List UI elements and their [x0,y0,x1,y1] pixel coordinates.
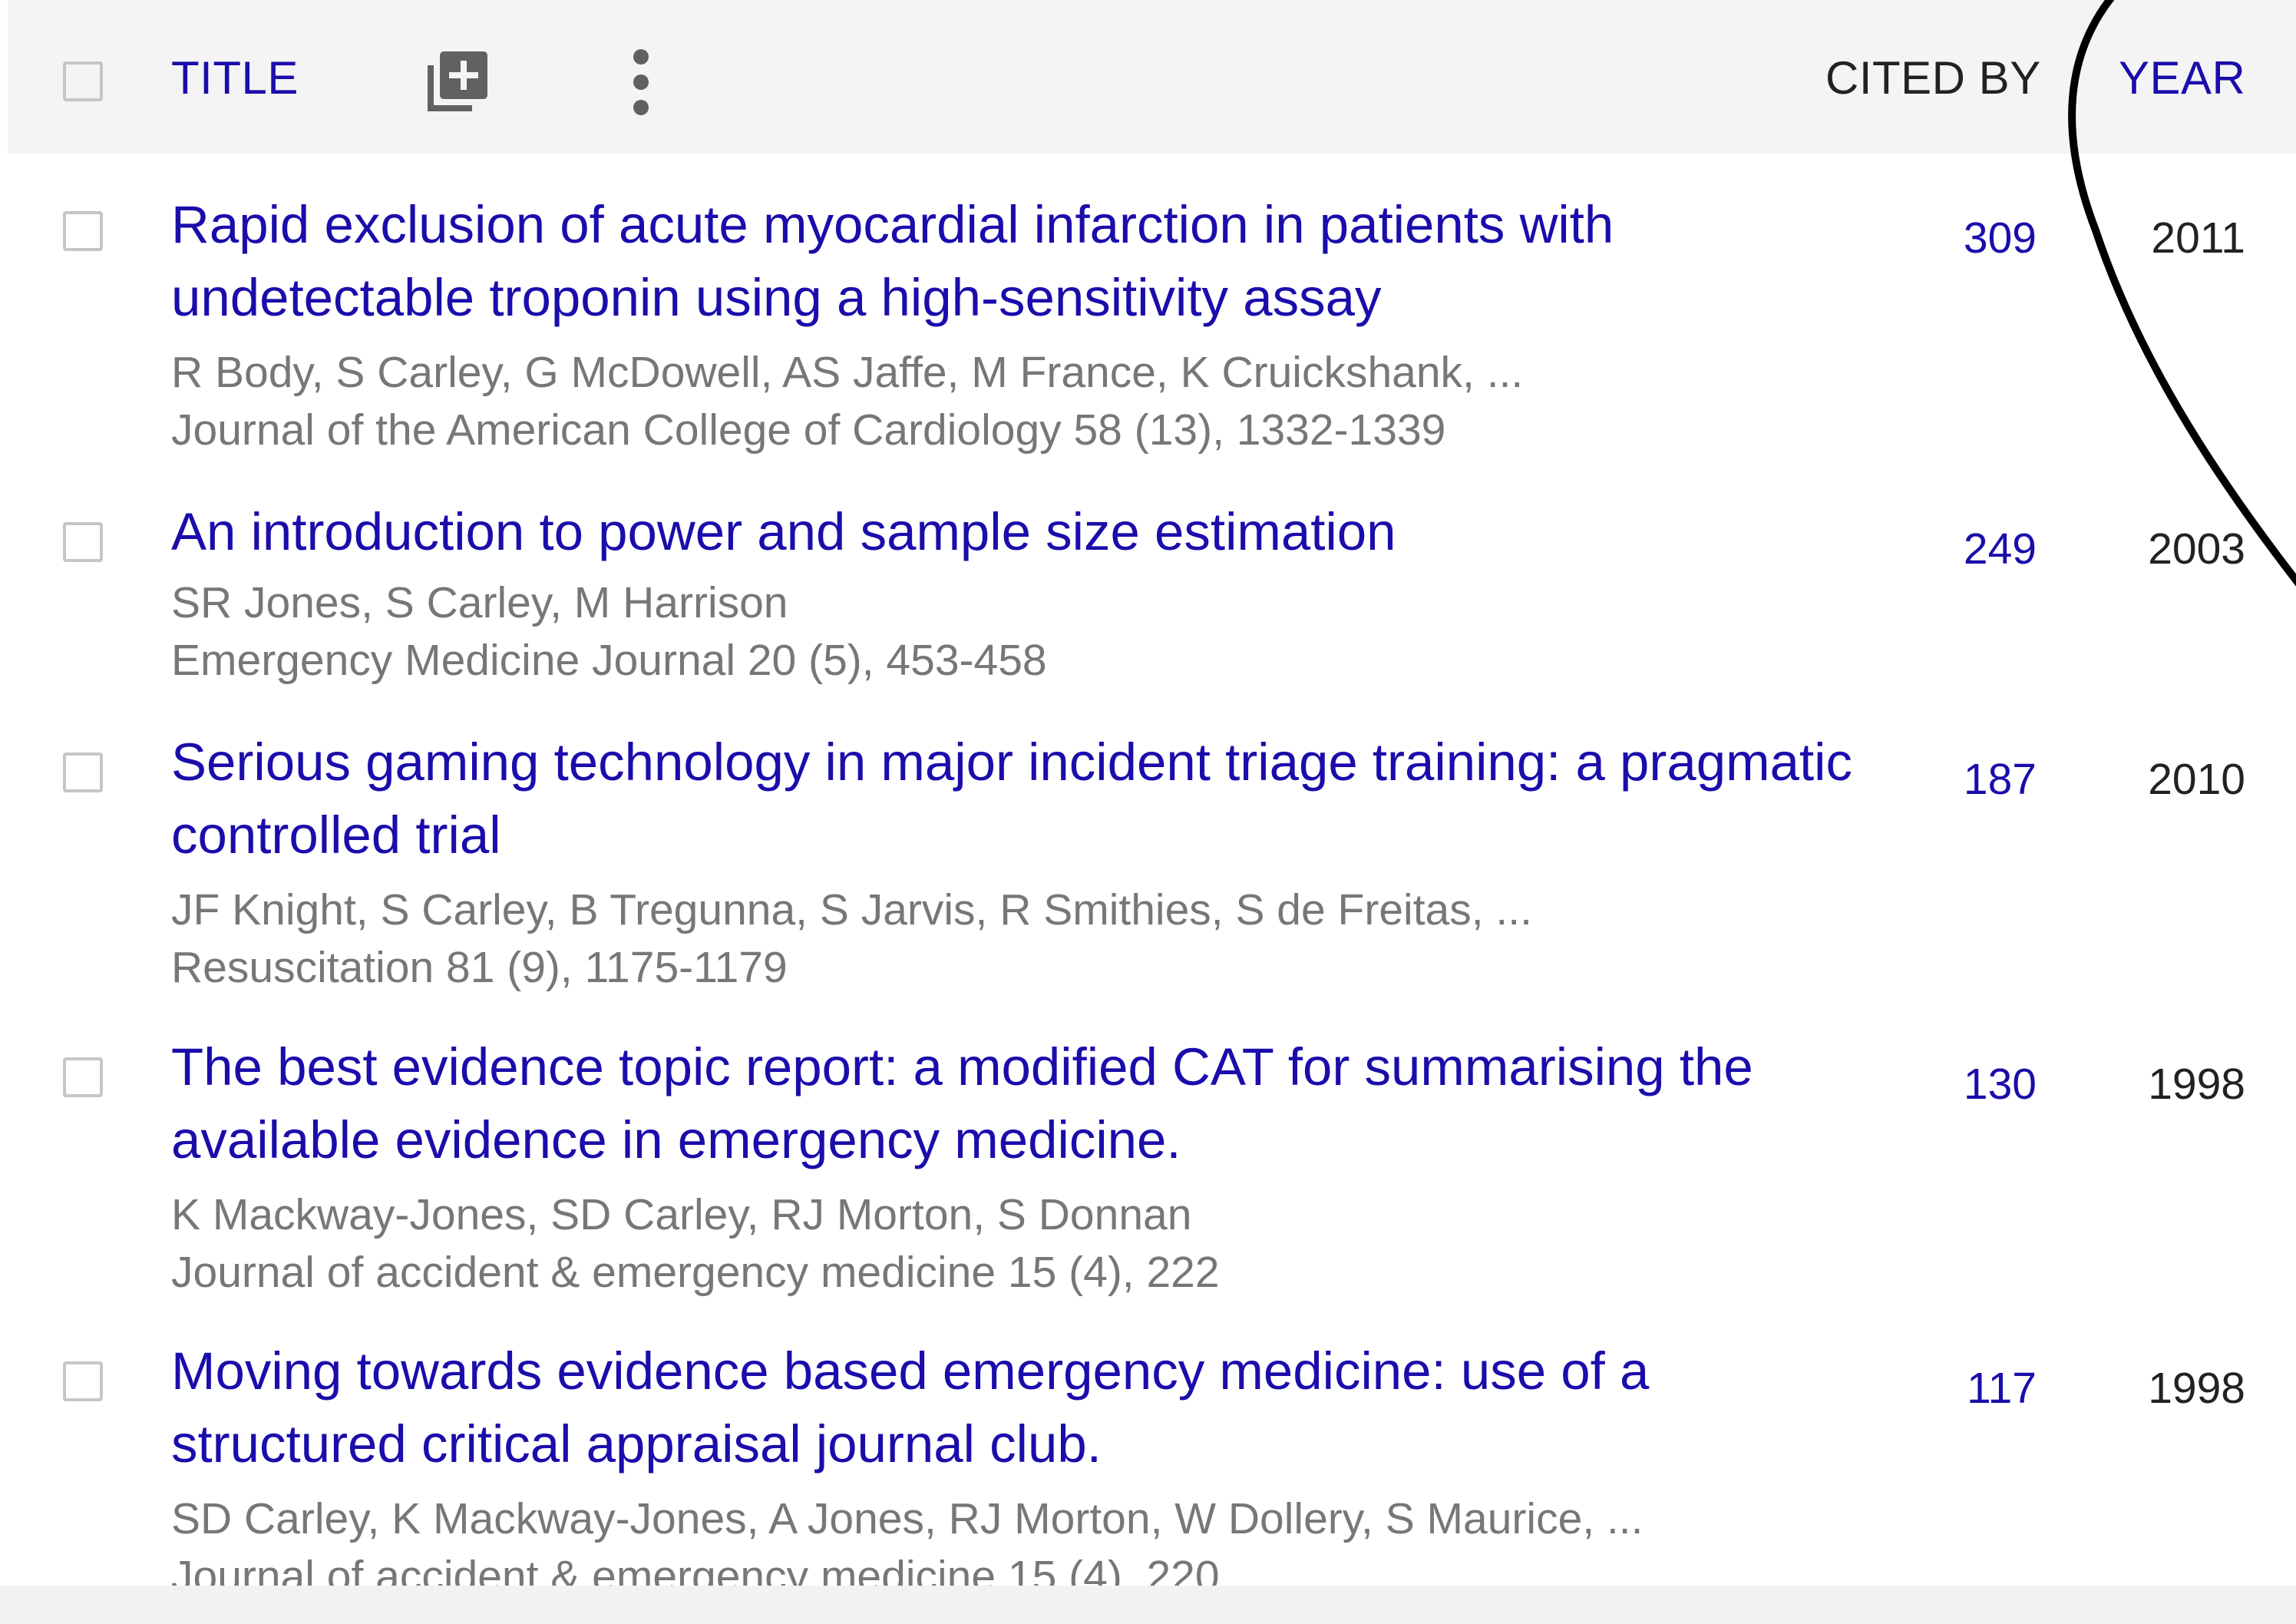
table-header: TITLE CITED BY YEAR [8,0,2296,154]
article-year: 2003 [2148,524,2245,574]
cited-by-header: CITED BY [1825,52,2041,104]
article-year: 2010 [2148,755,2245,804]
table-row: The best evidence topic report: a modifi… [0,1037,2296,1311]
library-add-icon[interactable] [418,42,495,119]
sort-by-year-header[interactable]: YEAR [2119,55,2245,101]
article-venue: Journal of accident & emergency medicine… [171,1248,1220,1297]
cited-by-count-link[interactable]: 117 [1967,1361,2037,1415]
article-authors: JF Knight, S Carley, B Tregunna, S Jarvi… [171,885,1532,934]
sort-by-title-header[interactable]: TITLE [171,55,299,101]
article-year: 1998 [2148,1364,2245,1413]
table-row: Moving towards evidence based emergency … [0,1341,2296,1615]
row-checkbox[interactable] [63,752,103,792]
row-checkbox[interactable] [63,211,103,251]
article-title-link[interactable]: Moving towards evidence based emergency … [171,1335,1860,1480]
cited-by-count-link[interactable]: 249 [1964,522,2037,576]
article-authors: K Mackway-Jones, SD Carley, RJ Morton, S… [171,1190,1192,1239]
row-checkbox[interactable] [63,1361,103,1401]
cited-by-count-link[interactable]: 309 [1964,211,2037,265]
article-title-link[interactable]: Serious gaming technology in major incid… [171,726,1860,872]
article-year: 2011 [2151,213,2245,263]
cited-by-count-link[interactable]: 130 [1964,1057,2037,1111]
footer-strip [0,1586,2296,1624]
article-venue: Resuscitation 81 (9), 1175-1179 [171,943,788,992]
article-authors: R Body, S Carley, G McDowell, AS Jaffe, … [171,348,1524,397]
table-row: Serious gaming technology in major incid… [0,733,2296,1006]
table-row: An introduction to power and sample size… [0,502,2296,706]
article-year: 1998 [2148,1060,2245,1109]
article-authors: SR Jones, S Carley, M Harrison [171,578,788,627]
article-authors: SD Carley, K Mackway-Jones, A Jones, RJ … [171,1494,1644,1543]
row-checkbox[interactable] [63,1057,103,1097]
article-title-link[interactable]: Rapid exclusion of acute myocardial infa… [171,188,1860,334]
publications-table: TITLE CITED BY YEAR Rapid exclusion of a… [0,0,2296,1624]
select-all-checkbox[interactable] [63,61,103,101]
article-venue: Journal of the American College of Cardi… [171,405,1446,455]
table-row: Rapid exclusion of acute myocardial infa… [0,195,2296,465]
more-vert-icon[interactable] [618,48,664,117]
article-title-link[interactable]: The best evidence topic report: a modifi… [171,1030,1860,1176]
article-venue: Emergency Medicine Journal 20 (5), 453-4… [171,636,1047,685]
row-checkbox[interactable] [63,522,103,562]
article-title-link[interactable]: An introduction to power and sample size… [171,495,1860,568]
cited-by-count-link[interactable]: 187 [1964,752,2037,806]
